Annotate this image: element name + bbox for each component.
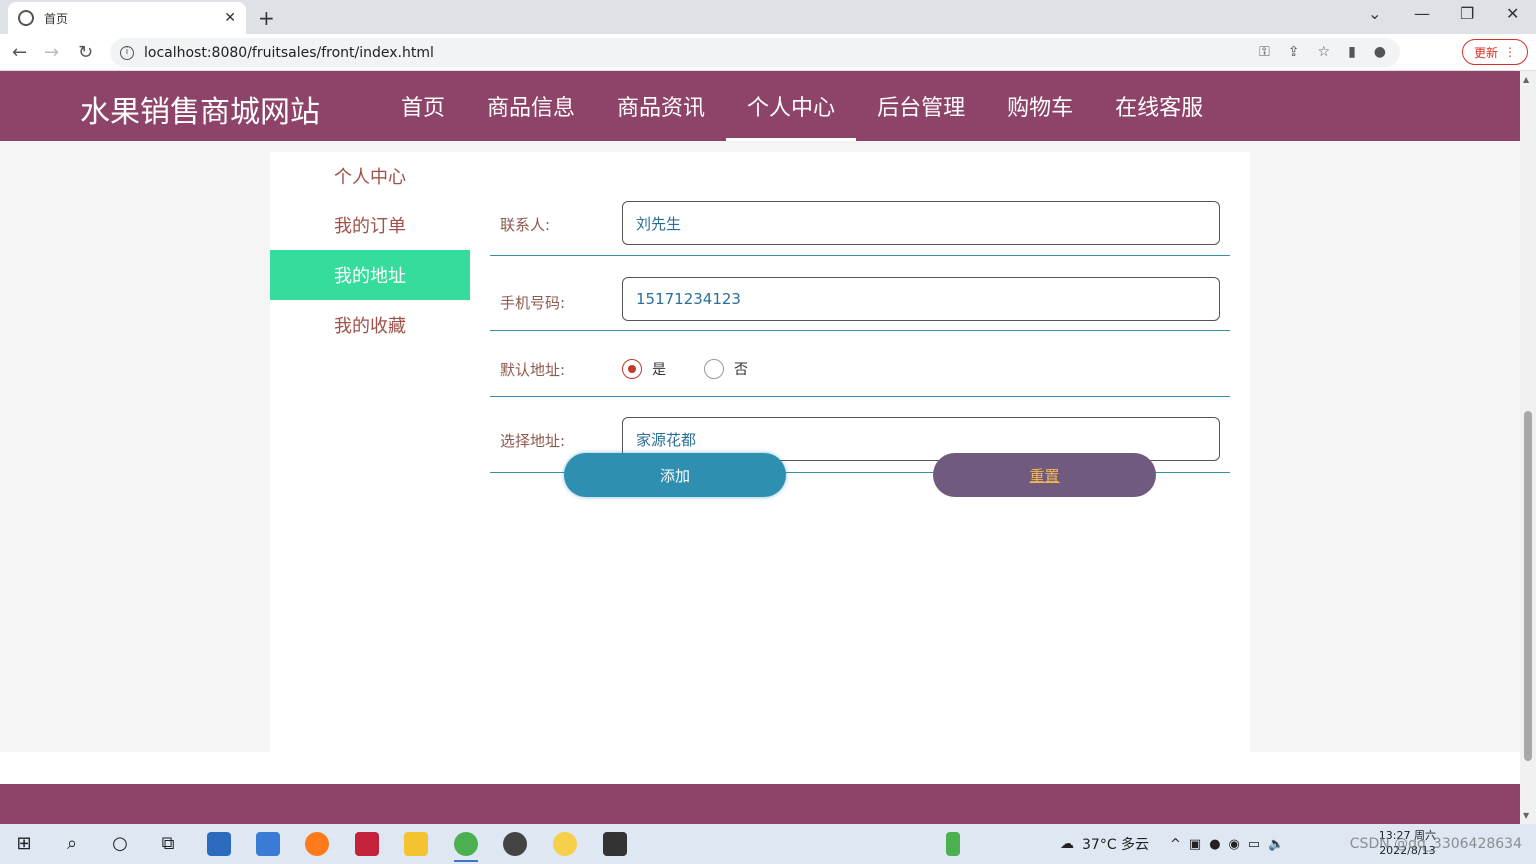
search-icon[interactable]: ⌕ <box>61 833 83 855</box>
cloud-icon: ☁ <box>1060 836 1074 852</box>
qq-icon[interactable]: ● <box>1209 837 1220 852</box>
default-address-label: 默认地址: <box>500 361 566 379</box>
page-scrollbar[interactable]: ▲ ▼ <box>1520 71 1536 824</box>
windows-start-icon[interactable]: ⊞ <box>13 833 35 855</box>
profile-side-menu: 个人中心 我的订单 我的地址 我的收藏 <box>270 152 470 350</box>
sync-icon[interactable]: ◉ <box>1229 837 1240 852</box>
mail-app-icon[interactable] <box>256 832 280 856</box>
side-item-profile[interactable]: 个人中心 <box>270 152 470 200</box>
site-footer <box>0 784 1520 824</box>
folder-app-icon[interactable] <box>553 832 577 856</box>
site-info-icon[interactable]: i <box>120 45 134 60</box>
default-no-radio[interactable] <box>704 359 724 379</box>
side-item-orders[interactable]: 我的订单 <box>270 200 470 250</box>
nav-item-cart[interactable]: 购物车 <box>986 71 1094 141</box>
contact-input[interactable]: 刘先生 <box>622 201 1220 245</box>
volume-icon[interactable]: 🔈 <box>1268 837 1284 852</box>
system-tray: ^ ▣ ● ◉ ▭ 🔈 <box>1170 824 1284 864</box>
phone-row: 手机号码: 15171234123 <box>490 256 1230 331</box>
restore-button[interactable]: ❐ <box>1460 4 1474 23</box>
default-yes-radio[interactable] <box>622 359 642 379</box>
cortana-icon[interactable]: ○ <box>109 833 131 855</box>
default-yes-label: 是 <box>652 362 666 378</box>
nav-item-support[interactable]: 在线客服 <box>1094 71 1224 141</box>
contact-row: 联系人: 刘先生 <box>490 192 1230 256</box>
firefox-app-icon[interactable] <box>305 832 329 856</box>
more-menu-icon: ⋮ <box>1504 45 1516 59</box>
weather-widget[interactable]: ☁ 37°C 多云 <box>1060 824 1149 864</box>
browser-tab[interactable]: 首页 ✕ <box>8 2 246 34</box>
address-label: 选择地址: <box>500 432 566 450</box>
browser-tab-strip: 首页 ✕ + ⌄ — ❐ ✕ <box>0 0 1536 34</box>
nav-item-home[interactable]: 首页 <box>380 71 466 141</box>
weather-text: 37°C 多云 <box>1082 837 1150 853</box>
nav-item-products[interactable]: 商品信息 <box>466 71 596 141</box>
tray-expand-icon[interactable]: ^ <box>1170 837 1181 852</box>
battery-app-icon[interactable] <box>946 832 960 856</box>
close-tab-icon[interactable]: ✕ <box>224 10 236 26</box>
main-nav: 首页 商品信息 商品资讯 个人中心 后台管理 购物车 在线客服 <box>380 71 1224 141</box>
profile-icon[interactable]: ● <box>1374 44 1386 60</box>
default-address-radio-group: 是 否 <box>622 359 786 379</box>
new-tab-button[interactable]: + <box>258 6 275 30</box>
nav-item-news[interactable]: 商品资讯 <box>596 71 726 141</box>
address-form: 联系人: 刘先生 手机号码: 15171234123 默认地址: 是 否 选择地… <box>490 192 1230 473</box>
footer-spacer <box>0 752 1520 784</box>
tab-title: 首页 <box>44 11 69 26</box>
side-item-favorites[interactable]: 我的收藏 <box>270 300 470 350</box>
add-button[interactable]: 添加 <box>564 453 786 497</box>
key-icon[interactable]: ⚿ <box>1259 44 1270 60</box>
nav-item-admin[interactable]: 后台管理 <box>856 71 986 141</box>
form-actions: 添加 重置 <box>564 453 1164 499</box>
url-text: localhost:8080/fruitsales/front/index.ht… <box>144 44 434 61</box>
reload-icon[interactable]: ↻ <box>78 42 93 63</box>
phone-input[interactable]: 15171234123 <box>622 277 1220 321</box>
user-app-icon[interactable] <box>503 832 527 856</box>
scroll-up-icon[interactable]: ▲ <box>1523 75 1529 84</box>
watermark-text: CSDN @qq_3306428634 <box>1349 836 1522 852</box>
forward-icon[interactable]: → <box>44 42 59 63</box>
globe-icon <box>18 10 34 26</box>
side-item-address[interactable]: 我的地址 <box>270 250 470 300</box>
windows-taskbar: ⊞ ⌕ ○ ⧉ ☁ 37°C 多云 ^ ▣ ● ◉ ▭ 🔈 13:27 周六 2… <box>0 824 1536 864</box>
default-address-row: 默认地址: 是 否 <box>490 331 1230 397</box>
terminal-app-icon[interactable] <box>603 832 627 856</box>
nav-item-profile[interactable]: 个人中心 <box>726 71 857 141</box>
site-brand: 水果销售商城网站 <box>80 95 320 130</box>
browser-toolbar: ← → ↻ i localhost:8080/fruitsales/front/… <box>0 34 1536 71</box>
profile-panel: 个人中心 我的订单 我的地址 我的收藏 联系人: 刘先生 手机号码: 15171… <box>270 152 1250 752</box>
battery-icon[interactable]: ▭ <box>1248 837 1260 852</box>
network-icon[interactable]: ▣ <box>1189 837 1201 852</box>
minimize-button[interactable]: — <box>1414 4 1430 23</box>
task-view-icon[interactable]: ⧉ <box>157 833 179 855</box>
reset-button[interactable]: 重置 <box>933 453 1156 497</box>
close-window-button[interactable]: ✕ <box>1506 4 1519 23</box>
file-explorer-icon[interactable] <box>404 832 428 856</box>
site-header: 水果销售商城网站 首页 商品信息 商品资讯 个人中心 后台管理 购物车 在线客服 <box>0 71 1520 141</box>
contact-label: 联系人: <box>500 216 551 234</box>
store-app-icon[interactable] <box>207 832 231 856</box>
scroll-thumb[interactable] <box>1524 411 1532 761</box>
scroll-down-icon[interactable]: ▼ <box>1523 811 1529 820</box>
share-icon[interactable]: ⇪ <box>1288 44 1300 60</box>
intellij-app-icon[interactable] <box>355 832 379 856</box>
update-button[interactable]: 更新 ⋮ <box>1462 39 1528 65</box>
address-bar[interactable]: i localhost:8080/fruitsales/front/index.… <box>110 38 1400 67</box>
back-icon[interactable]: ← <box>12 42 27 63</box>
phone-label: 手机号码: <box>500 294 566 312</box>
bookmark-star-icon[interactable]: ☆ <box>1318 44 1331 60</box>
side-panel-icon[interactable]: ▮ <box>1348 44 1356 60</box>
default-no-label: 否 <box>734 362 748 378</box>
update-label: 更新 <box>1473 45 1498 60</box>
tab-search-icon[interactable]: ⌄ <box>1368 4 1381 23</box>
chrome-app-icon[interactable] <box>454 832 478 862</box>
